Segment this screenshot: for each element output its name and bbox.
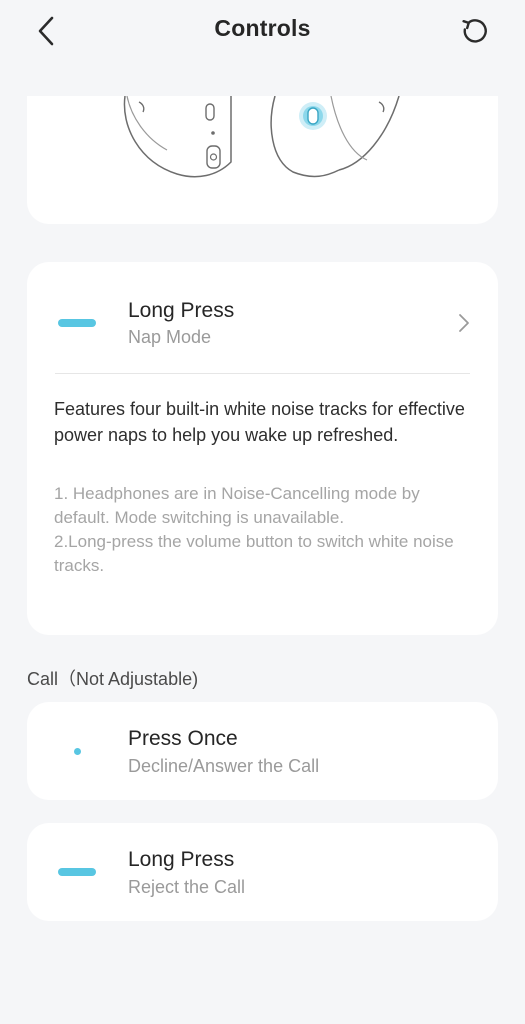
mode-description: Features four built-in white noise track… [54,399,465,445]
nap-mode-card[interactable]: Long Press Nap Mode Features four built-… [27,262,498,635]
reset-icon [462,19,487,43]
reset-button[interactable] [457,12,493,50]
call-long-press-card: Long Press Reject the Call [27,823,498,921]
mode-note-1: 1. Headphones are in Noise-Cancelling mo… [54,484,420,527]
chevron-right-icon[interactable] [456,312,472,334]
press-once-indicator-icon [74,748,81,755]
mode-note-2: 2.Long-press the volume button to switch… [54,532,454,575]
page-title: Controls [214,15,311,41]
call-item-title: Press Once [128,727,238,750]
headphones-image-card [27,96,498,224]
mode-title: Long Press [128,299,235,322]
call-item-subtitle: Decline/Answer the Call [128,756,320,776]
mode-subtitle: Nap Mode [128,327,212,347]
call-item-subtitle: Reject the Call [128,877,246,897]
header-bar: Controls [0,0,525,62]
long-press-indicator-icon [58,319,96,327]
call-section-label: Call（Not Adjustable) [27,669,199,689]
headphones-illustration [123,96,400,178]
divider [55,373,470,374]
long-press-indicator-icon [58,868,96,876]
call-item-title: Long Press [128,848,235,871]
mode-notes: 1. Headphones are in Noise-Cancelling mo… [54,482,474,578]
call-press-once-card: Press Once Decline/Answer the Call [27,702,498,800]
